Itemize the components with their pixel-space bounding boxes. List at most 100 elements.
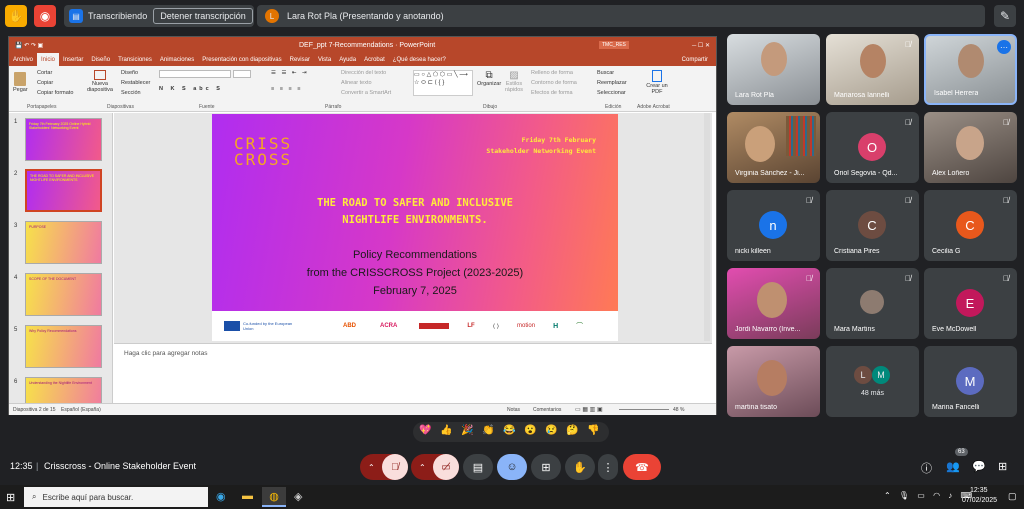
organize-button[interactable]: ⧉ Organizar (477, 70, 501, 87)
participant-tile[interactable]: 🎙̸ Mariarosa Iannelli (826, 34, 919, 105)
slide-editing-area[interactable]: CRISS CROSS Friday 7th February Stakehol… (114, 113, 712, 343)
slide-thumbnail-selected[interactable]: THE ROAD TO SAFER AND INCLUSIVE NIGHTLIF… (25, 169, 102, 212)
zoom-slider[interactable] (619, 409, 669, 410)
hand-tool-icon[interactable]: ✋ (5, 5, 27, 27)
participant-tile[interactable]: Virginia Sánchez - Ji... (727, 112, 820, 183)
thumbs-up-reaction[interactable]: 👍 (440, 425, 452, 436)
captions-button[interactable]: ▤ (463, 454, 493, 480)
reset-button[interactable]: Restablecer (121, 80, 150, 86)
participant-tile[interactable]: 🎙̸ Mara Martins (826, 268, 919, 339)
participant-tile[interactable]: O 🎙̸ Oriol Segovia - Qd... (826, 112, 919, 183)
camera-off-icon[interactable]: ▭̸ (433, 454, 459, 480)
more-participants-tile[interactable]: L M 48 más (826, 346, 919, 417)
tab-diseno[interactable]: Diseño (87, 53, 114, 66)
raise-hand-button[interactable]: ✋ (565, 454, 595, 480)
slide-thumbnail[interactable]: PURPOSE (25, 221, 102, 264)
notes-pane[interactable]: Haga clic para agregar notas (114, 343, 712, 403)
mic-off-icon[interactable]: 🎙̸ (382, 454, 408, 480)
cut-button[interactable]: Cortar (37, 70, 52, 76)
tab-presentacion[interactable]: Presentación con diapositivas (198, 53, 285, 66)
tab-vista[interactable]: Vista (314, 53, 335, 66)
tab-insertar[interactable]: Insertar (59, 53, 87, 66)
people-icon[interactable]: 👥 (946, 460, 960, 473)
app-icon[interactable]: ◈ (294, 490, 302, 503)
camera-options-button[interactable]: ⌃ ▭̸ (411, 454, 459, 480)
shape-effects-button[interactable]: Efectos de forma (531, 90, 573, 96)
participant-tile[interactable]: 🎙̸ Jordi Navarro (Inve... (727, 268, 820, 339)
laugh-reaction[interactable]: 😂 (503, 425, 515, 436)
participant-tile[interactable]: martina tisato (727, 346, 820, 417)
surprised-reaction[interactable]: 😮 (524, 425, 536, 436)
chat-icon[interactable]: 💬 (972, 460, 986, 473)
taskbar-search-box[interactable]: ⌕ Escribe aquí para buscar. (24, 487, 208, 507)
activities-icon[interactable]: ⊞ (998, 460, 1007, 473)
share-button[interactable]: Compartir (678, 53, 712, 66)
more-options-icon[interactable]: ⋯ (997, 40, 1011, 54)
tab-animaciones[interactable]: Animaciones (156, 53, 198, 66)
language-status[interactable]: Español (España) (61, 407, 101, 413)
slide-thumbnail[interactable]: Why Policy Recommendations (25, 325, 102, 368)
heart-reaction[interactable]: 💖 (419, 425, 431, 436)
windows-start-icon[interactable]: ⊞ (6, 491, 15, 504)
edge-icon[interactable]: ◉ (216, 490, 226, 503)
participant-tile[interactable]: Lara Rot Pla (727, 34, 820, 105)
select-button[interactable]: Seleccionar (597, 90, 626, 96)
leave-call-button[interactable]: ☎ (623, 454, 661, 480)
tab-acrobat[interactable]: Acrobat (360, 53, 389, 66)
sad-reaction[interactable]: 😢 (545, 425, 557, 436)
shape-fill-button[interactable]: Relleno de forma (531, 70, 573, 76)
list-buttons[interactable]: ☰ ☰ ⇤ ⇥ (271, 70, 309, 76)
participant-tile[interactable]: E 🎙̸ Eve McDowell (924, 268, 1017, 339)
zoom-level[interactable]: 48 % (673, 407, 684, 413)
present-button[interactable]: ⊞ (531, 454, 561, 480)
mic-options-button[interactable]: ⌃ 🎙̸ (360, 454, 408, 480)
find-button[interactable]: Buscar (597, 70, 614, 76)
slide-thumbnail[interactable]: Friday 7th February 2025 Online Hybrid S… (25, 118, 102, 161)
participant-tile[interactable]: M Marina Fancelli (924, 346, 1017, 417)
shapes-gallery[interactable]: ▭ ○ △ ⬠ ⬡ ▭ ╲ ⟶ ☆ ⬭ ⊏ ⟨ { } (413, 70, 473, 96)
info-icon[interactable]: ⓘ (921, 460, 932, 476)
participant-tile-active[interactable]: ⋯ Isabel Herrera (924, 34, 1017, 105)
record-icon[interactable]: ◉ (34, 5, 56, 27)
tab-archivo[interactable]: Archivo (9, 53, 37, 66)
smartart-button[interactable]: Convertir a SmartArt (341, 90, 391, 96)
clap-reaction[interactable]: 👏 (482, 425, 494, 436)
participant-tile[interactable]: 🎙̸ Alex Loñero (924, 112, 1017, 183)
notification-icon[interactable]: ▢ (1008, 491, 1017, 502)
align-buttons[interactable]: ≡ ≡ ≡ ≡ (271, 86, 302, 92)
current-slide[interactable]: CRISS CROSS Friday 7th February Stakehol… (212, 114, 618, 311)
comments-toggle[interactable]: Comentarios (533, 407, 561, 413)
chrome-icon[interactable]: ◍ (262, 487, 286, 507)
font-size-box[interactable] (233, 70, 251, 78)
paste-button[interactable]: Pegar (13, 72, 28, 93)
font-name-box[interactable] (159, 70, 231, 78)
quick-styles-button[interactable]: ▨ Estilos rápidos (503, 70, 525, 93)
create-pdf-button[interactable]: Crear un PDF (645, 70, 669, 95)
copy-button[interactable]: Copiar (37, 80, 53, 86)
ppt-window-controls[interactable]: ─ ☐ ✕ (692, 42, 710, 49)
annotate-pen-icon[interactable]: ✎ (994, 5, 1016, 27)
copy-format-button[interactable]: Copiar formato (37, 90, 73, 96)
view-buttons[interactable]: ▭ ▦ ▥ ▣ (575, 406, 603, 413)
new-slide-button[interactable]: Nueva diapositiva (83, 70, 117, 93)
text-direction-button[interactable]: Dirección del texto (341, 70, 386, 76)
tab-ayuda[interactable]: Ayuda (335, 53, 360, 66)
slide-thumbnail[interactable]: SCOPE OF THE DOCUMENT (25, 273, 102, 316)
file-explorer-icon[interactable]: ▬ (242, 490, 253, 502)
participant-tile[interactable]: C 🎙̸ Cristiana Pires (826, 190, 919, 261)
more-options-button[interactable]: ⋮ (598, 454, 618, 480)
thinking-reaction[interactable]: 🤔 (566, 425, 578, 436)
ppt-quick-access-icon[interactable]: 💾 ↶ ↷ ▣ (15, 42, 43, 49)
replace-button[interactable]: Reemplazar (597, 80, 627, 86)
tell-me-search[interactable]: ¿Qué desea hacer? (389, 53, 450, 66)
participant-tile[interactable]: C 🎙̸ Cecilia G (924, 190, 1017, 261)
layout-button[interactable]: Diseño (121, 70, 138, 76)
notes-toggle[interactable]: Notas (507, 407, 520, 413)
align-text-button[interactable]: Alinear texto (341, 80, 372, 86)
vertical-scrollbar[interactable] (704, 113, 710, 341)
stop-transcription-button[interactable]: Detener transcripción (153, 8, 253, 24)
party-reaction[interactable]: 🎉 (461, 425, 473, 436)
font-format-buttons[interactable]: N K S abc S (159, 86, 223, 92)
thumbs-down-reaction[interactable]: 👎 (587, 425, 599, 436)
slide-thumbnail[interactable]: Understanding the Nightlife Environment (25, 377, 102, 403)
